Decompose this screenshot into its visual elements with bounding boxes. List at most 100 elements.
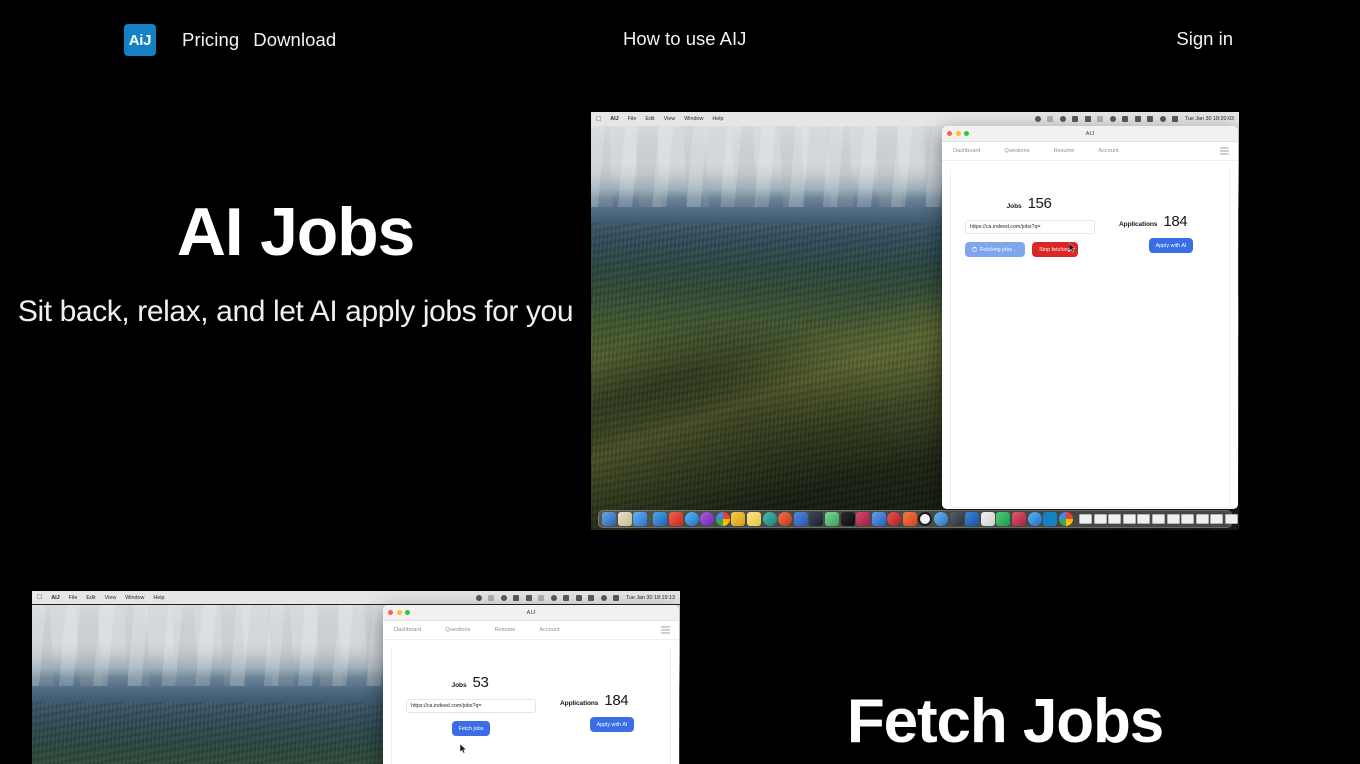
dock-icon-globe[interactable] [762, 512, 777, 526]
display-icon[interactable] [1072, 116, 1079, 122]
dropbox-icon[interactable] [500, 594, 507, 601]
nav-link-pricing[interactable]: Pricing [182, 29, 239, 51]
dock-icon-mail[interactable] [653, 512, 668, 526]
maximize-icon[interactable] [405, 610, 410, 615]
dock-icon-teams[interactable] [965, 512, 980, 526]
menubar-item-window[interactable]: Window [125, 595, 144, 601]
minimize-icon[interactable] [955, 131, 961, 136]
dock-icon-safari2[interactable] [1027, 512, 1042, 526]
apple-logo-icon[interactable]:  [37, 594, 42, 601]
dock-minimized-window[interactable] [1195, 514, 1209, 524]
menubar-item-file[interactable]: File [69, 595, 78, 601]
minimize-icon[interactable] [396, 610, 402, 615]
tab-dashboard[interactable]: Dashboard [394, 627, 421, 633]
flag-icon[interactable] [488, 594, 495, 601]
headphones-icon[interactable] [550, 594, 557, 601]
tab-questions[interactable]: Questions [445, 627, 470, 633]
menubar-item-app[interactable]: AIJ [51, 595, 59, 601]
dock-minimized-window[interactable] [1079, 514, 1092, 524]
dock-icon-system[interactable] [949, 512, 964, 526]
display-icon[interactable] [513, 594, 520, 601]
dock-icon-safari[interactable] [684, 512, 699, 526]
dock-icon-appstore[interactable] [633, 512, 648, 526]
menubar-item-window[interactable]: Window [684, 116, 703, 122]
dock-icon-3d[interactable] [731, 512, 746, 526]
nav-link-download[interactable]: Download [253, 29, 336, 51]
dock-icon-notes2[interactable] [746, 512, 761, 526]
battery-frame-icon[interactable] [538, 594, 545, 601]
dock-minimized-window[interactable] [1224, 514, 1238, 524]
wifi-icon[interactable] [588, 594, 595, 601]
battery-icon[interactable] [575, 594, 582, 601]
menubar-item-edit[interactable]: Edit [86, 595, 95, 601]
menubar-item-file[interactable]: File [628, 116, 637, 122]
dock-icon-stop[interactable] [918, 512, 933, 526]
fetch-jobs-button[interactable]: Fetch jobs [451, 721, 491, 736]
dock-minimized-window[interactable] [1181, 514, 1195, 524]
dock-icon-editor[interactable] [902, 512, 917, 526]
close-icon[interactable] [947, 131, 952, 136]
dock-minimized-window[interactable] [1151, 514, 1165, 524]
menubar-item-view[interactable]: View [105, 595, 117, 601]
dock-minimized-window[interactable] [1122, 514, 1136, 524]
tab-resume[interactable]: Resume [495, 627, 516, 633]
nav-link-signin[interactable]: Sign in [1176, 28, 1233, 50]
menubar-item-help[interactable]: Help [153, 595, 164, 601]
brand-logo[interactable]: AiJ [124, 24, 156, 56]
control-center-icon[interactable] [1172, 116, 1179, 122]
tab-account[interactable]: Account [1098, 148, 1118, 154]
tab-questions[interactable]: Questions [1004, 148, 1029, 154]
job-url-input-2[interactable]: https://ca.indeed.com/jobs?q= [406, 699, 536, 713]
dock-icon-notes[interactable] [617, 512, 632, 526]
dock-icon-aij[interactable] [1043, 512, 1058, 526]
maximize-icon[interactable] [964, 131, 969, 136]
dock-minimized-window[interactable] [1108, 514, 1122, 524]
dock-icon-podcasts[interactable] [700, 512, 715, 526]
menubar-item-view[interactable]: View [664, 116, 676, 122]
settings-icon[interactable] [1034, 116, 1041, 122]
dock-minimized-window[interactable] [1093, 514, 1107, 524]
flag-icon[interactable] [1047, 116, 1054, 122]
battery-icon[interactable] [1134, 116, 1141, 122]
dock-icon-numbers[interactable] [996, 512, 1011, 526]
dock-icon-finder[interactable] [602, 512, 616, 526]
battery-frame-icon[interactable] [1097, 116, 1104, 122]
dock-icon-messages[interactable] [793, 512, 808, 526]
settings-icon[interactable] [475, 594, 482, 601]
dock-icon-chrome2[interactable] [1058, 512, 1073, 526]
menubar-item-help[interactable]: Help [712, 116, 723, 122]
dock-minimized-window[interactable] [1137, 514, 1151, 524]
volume-icon[interactable] [1084, 116, 1091, 122]
apply-with-ai-button[interactable]: Apply with AI [1148, 238, 1194, 253]
fetching-jobs-button[interactable]: Fetching jobs ... [965, 242, 1026, 257]
dock-icon-vscode[interactable] [809, 512, 824, 526]
search-icon[interactable] [1159, 116, 1166, 122]
wifi-icon[interactable] [1147, 116, 1154, 122]
dock-icon-pages[interactable] [980, 512, 995, 526]
hamburger-menu-icon[interactable] [661, 626, 670, 634]
dock-minimized-window[interactable] [1166, 514, 1180, 524]
dock-minimized-window[interactable] [1210, 514, 1224, 524]
headphones-icon[interactable] [1109, 116, 1116, 122]
dock-icon-excel[interactable] [824, 512, 839, 526]
close-icon[interactable] [388, 610, 393, 615]
dock-icon-figma[interactable] [856, 512, 871, 526]
dock-icon-music[interactable] [778, 512, 793, 526]
menubar-clock[interactable]: Tue Jan 30 18:19:13 [626, 595, 675, 601]
apply-with-ai-button-2[interactable]: Apply with AI [589, 717, 635, 732]
apple-logo-icon[interactable]:  [596, 116, 601, 123]
bluetooth-icon[interactable] [1122, 116, 1129, 122]
dock-icon-record[interactable] [668, 512, 683, 526]
tab-resume[interactable]: Resume [1054, 148, 1075, 154]
dock-icon-keynote[interactable] [1012, 512, 1027, 526]
tab-dashboard[interactable]: Dashboard [953, 148, 980, 154]
dock-icon-word[interactable] [871, 512, 886, 526]
menubar-item-edit[interactable]: Edit [645, 116, 654, 122]
nav-link-how-to-use[interactable]: How to use AIJ [623, 28, 746, 50]
hamburger-menu-icon[interactable] [1220, 147, 1229, 155]
dock-icon-chrome[interactable] [715, 512, 730, 526]
menubar-item-app[interactable]: AIJ [610, 116, 618, 122]
stop-fetching-button[interactable]: Stop fetching [1032, 242, 1078, 257]
menubar-clock[interactable]: Tue Jan 30 18:20:03 [1185, 116, 1234, 122]
job-url-input[interactable]: https://ca.indeed.com/jobs?q= [965, 220, 1095, 234]
